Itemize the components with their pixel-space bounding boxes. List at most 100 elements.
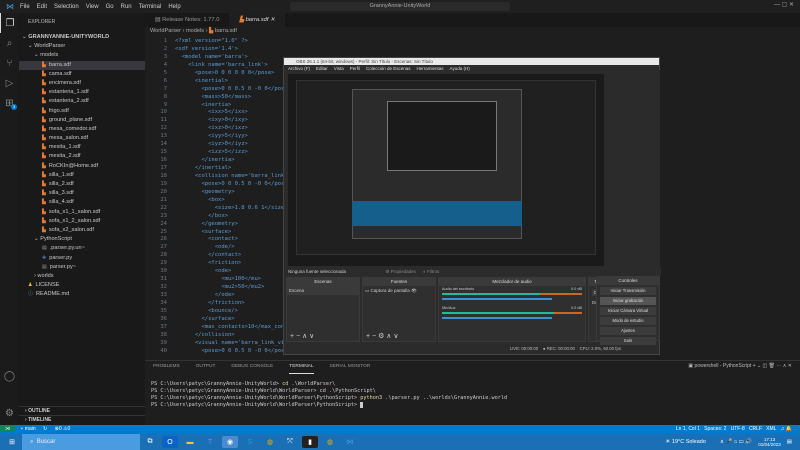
folder-pythonscript[interactable]: ⌄ PythonScript [19,235,145,244]
run-debug-icon[interactable]: ▷ [0,73,19,93]
account-icon[interactable]: ◯ [0,366,19,386]
desktop-audio-slider[interactable] [442,298,552,300]
tray-icons[interactable]: ∧ 🎤 ⌂ ▭ 🔊 [720,439,752,445]
obs-control-button[interactable]: Modo de estudio [600,317,656,325]
file-item[interactable]: ▤ .parser.py.un~ [19,244,145,253]
teams-icon[interactable]: T [202,436,218,448]
clock[interactable]: 17:13 01/04/2023 [758,437,781,447]
obs-menu-item[interactable]: Ayuda (H) [450,66,470,71]
sync-icon[interactable]: ↻ [43,426,47,432]
menu-go[interactable]: Go [106,4,114,10]
obs-control-button[interactable]: Salir [600,337,656,345]
obs-menu-item[interactable]: Vista [334,66,344,71]
obs-control-button[interactable]: Iniciar grabación [600,297,656,305]
file-item[interactable]: ▙ mesa_comedor.sdf [19,125,145,134]
menu-run[interactable]: Run [121,4,132,10]
file-item[interactable]: ▙ sofa_x1_2_salon.sdf [19,217,145,226]
search-icon[interactable]: ⌕ [0,33,19,53]
obs-menu-item[interactable]: Editar [316,66,328,71]
file-item[interactable]: ▙ sofa_x2_salon.sdf [19,226,145,235]
close-icon[interactable]: ✕ [270,17,275,23]
eol[interactable]: CRLF [749,426,762,432]
folder-models[interactable]: ⌄ models [19,51,145,60]
obs-control-button[interactable]: Ajustes [600,327,656,335]
file-item[interactable]: ▙ frigo.sdf [19,107,145,116]
folder-worlds[interactable]: › worlds [19,272,145,281]
mic-audio-slider[interactable] [442,317,552,319]
command-search[interactable]: GrannyAnnie-UnityWorld [290,2,510,11]
problems-indicator[interactable]: ⊗0 ⚠0 [55,426,71,432]
workspace-root[interactable]: ⌄ GRANNYANNIE-UNITYWORLD [19,33,145,42]
terminal-selector[interactable]: ▣ powershell - PythonScript + ⌄ ◫ 🗑 ··· … [688,363,792,369]
scene-controls[interactable]: + − ∧ ∨ [290,332,314,340]
panel-tab-terminal[interactable]: TERMINAL [289,361,314,374]
outlook-icon[interactable]: O [162,436,178,448]
file-readme[interactable]: ⓘ README.md [19,290,145,299]
file-item[interactable]: ▤ parser.py~ [19,263,145,272]
file-license[interactable]: ♟ LICENSE [19,281,145,290]
window-controls[interactable]: — ▢ ✕ [774,1,794,8]
file-item[interactable]: ▙ RoCKIn@Home.sdf [19,162,145,171]
menu-selection[interactable]: Selection [54,4,79,10]
tab-barra-sdf[interactable]: ▙ barra.sdf ✕ [229,13,285,27]
feedback-icon[interactable]: ♫ [781,426,785,432]
file-item[interactable]: ▙ mesita_1.sdf [19,143,145,152]
indentation[interactable]: Spaces: 2 [704,426,726,432]
language-mode[interactable]: XML [766,426,776,432]
menu-edit[interactable]: Edit [37,4,47,10]
folder-worldparser[interactable]: ⌄ WorldParser [19,42,145,51]
menu-file[interactable]: File [20,4,30,10]
source-item[interactable]: ▭ Captura de pantalla 👁 [363,286,435,296]
notifications-icon[interactable]: ▤ [787,439,792,445]
file-item[interactable]: ▙ silla_2.sdf [19,180,145,189]
obs-menu-item[interactable]: Perfil [350,66,360,71]
panel-tab-serial-monitor[interactable]: SERIAL MONITOR [330,361,371,373]
source-control-icon[interactable]: ⑂ [0,53,19,73]
file-item[interactable]: ▙ silla_4.sdf [19,198,145,207]
obs-menu-item[interactable]: Herramientas [417,66,444,71]
skype-icon[interactable]: S [242,436,258,448]
branch-indicator[interactable]: ⑂ main [20,426,35,432]
bell-icon[interactable]: 🔔 [786,426,792,432]
vscode-icon[interactable]: ⋈ [342,436,358,448]
chrome-icon[interactable]: ◍ [262,436,278,448]
terminal-icon[interactable]: ▮ [302,436,318,448]
chrome-icon-2[interactable]: ◍ [322,436,338,448]
app-icon[interactable]: ⤲ [282,436,298,448]
obs-menu-item[interactable]: Archivo (F) [288,66,310,71]
file-item[interactable]: ▙ encimera.sdf [19,79,145,88]
task-view-icon[interactable]: ⧉ [142,436,158,448]
source-controls[interactable]: + − ⚙ ∧ ∨ [366,332,398,340]
panel-tab-problems[interactable]: PROBLEMS [153,361,180,373]
remote-icon[interactable]: ⋊ [0,426,15,432]
menu-view[interactable]: View [86,4,99,10]
properties-button[interactable]: ⚙ Propiedades [385,269,416,274]
gear-icon[interactable]: ⚙ [0,403,19,423]
start-icon[interactable]: ⊞ [4,436,20,448]
file-item[interactable]: ▙ sofa_x1_1_salon.sdf [19,208,145,217]
file-item[interactable]: ▙ silla_3.sdf [19,189,145,198]
panel-tab-output[interactable]: OUTPUT [196,361,216,373]
file-item[interactable]: ▙ cama.sdf [19,70,145,79]
file-explorer-icon[interactable]: ▬ [182,436,198,448]
file-item[interactable]: ▙ estanteria_1.sdf [19,88,145,97]
file-item[interactable]: ▙ barra.sdf [19,60,145,70]
menu-terminal[interactable]: Terminal [139,4,162,10]
scene-item[interactable]: Escena [287,286,359,295]
filters-button[interactable]: ◐ Filtros [423,269,439,274]
taskbar-search[interactable]: ⌕ Buscar [22,434,140,450]
obs-control-button[interactable]: Iniciar Cámara Virtual [600,307,656,315]
obs-icon[interactable]: ◉ [222,436,238,448]
file-item[interactable]: ▙ mesita_2.sdf [19,152,145,161]
menu-help[interactable]: Help [168,4,180,10]
encoding[interactable]: UTF-8 [731,426,745,432]
extensions-icon[interactable]: ⊞ 3 [0,93,19,113]
panel-tab-debug-console[interactable]: DEBUG CONSOLE [231,361,273,373]
cursor-position[interactable]: Ln 1, Col 1 [676,426,700,432]
tab-release-notes[interactable]: ▤ Release Notes: 1.77.0 [145,13,230,27]
obs-control-button[interactable]: Iniciar Transmisión [600,287,656,295]
obs-menu-item[interactable]: Colección de Escenas [366,66,411,71]
explorer-icon[interactable]: ❐ [0,13,19,33]
terminal[interactable]: PS C:\Users\patyc\GrannyAnnie-UnityWorld… [145,373,800,409]
file-item[interactable]: ▙ silla_1.sdf [19,171,145,180]
